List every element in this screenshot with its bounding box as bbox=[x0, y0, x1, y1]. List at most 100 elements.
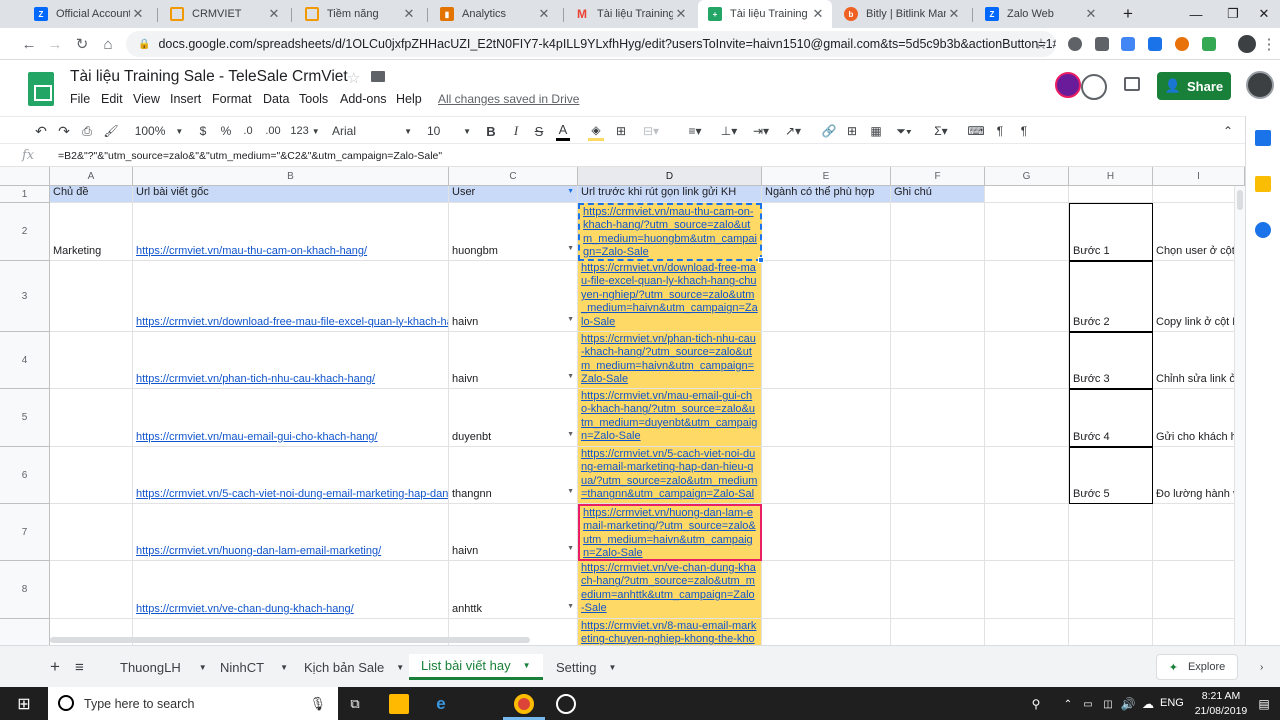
extension-icon[interactable] bbox=[1068, 37, 1082, 51]
close-tab-icon[interactable]: ✕ bbox=[401, 6, 417, 22]
scrollbar-thumb[interactable] bbox=[1237, 190, 1243, 210]
close-tab-icon[interactable]: ✕ bbox=[266, 6, 282, 22]
grid-cell[interactable] bbox=[891, 332, 985, 389]
cell-step[interactable]: Bước 2 bbox=[1069, 261, 1153, 332]
merge-cells-icon[interactable]: ⊟▾ bbox=[638, 121, 664, 141]
close-window-icon[interactable]: ✕ bbox=[1244, 0, 1280, 28]
browser-tab[interactable]: Z Zalo Web ✕ bbox=[975, 0, 1105, 28]
strikethrough-button[interactable]: S bbox=[532, 121, 546, 141]
functions-icon[interactable]: Σ▾ bbox=[928, 121, 954, 141]
menu-tools[interactable]: Tools bbox=[299, 92, 328, 106]
grid-cell[interactable] bbox=[762, 332, 891, 389]
people-icon[interactable]: ⚲ bbox=[1026, 694, 1046, 714]
rtl-icon[interactable]: ¶ bbox=[1016, 121, 1032, 141]
menu-data[interactable]: Data bbox=[263, 92, 289, 106]
keep-icon[interactable] bbox=[1255, 176, 1271, 192]
cell-step-desc[interactable] bbox=[1153, 561, 1245, 619]
home-icon[interactable]: ⌂ bbox=[97, 33, 119, 55]
menu-view[interactable]: View bbox=[133, 92, 160, 106]
italic-button[interactable]: I bbox=[509, 121, 523, 141]
doc-title[interactable]: Tài liệu Training Sale - TeleSale CrmVie… bbox=[70, 68, 348, 86]
sheets-logo-icon[interactable] bbox=[28, 72, 54, 106]
extension-icon[interactable] bbox=[1148, 37, 1162, 51]
cell-user[interactable]: duyenbt ▼ bbox=[449, 389, 578, 447]
header-cell-user[interactable]: User ▼ bbox=[449, 186, 578, 203]
cell-topic[interactable] bbox=[50, 504, 133, 561]
column-header-g[interactable]: G bbox=[985, 167, 1069, 186]
cell-utm-url[interactable]: https://crmviet.vn/phan-tich-nhu-cau-kha… bbox=[578, 332, 762, 389]
browser-tab[interactable]: MTài liệu Training Sa✕ bbox=[565, 0, 695, 28]
select-all-corner[interactable] bbox=[0, 167, 50, 186]
share-button[interactable]: 👤 Share bbox=[1157, 72, 1231, 100]
browser-tab[interactable]: bBitly | Bitlink Mana✕ bbox=[834, 0, 968, 28]
cell-url[interactable]: https://crmviet.vn/mau-email-gui-cho-kha… bbox=[133, 389, 449, 447]
row-header[interactable]: 8 bbox=[0, 561, 50, 619]
grid-cell[interactable] bbox=[985, 504, 1069, 561]
extension-icon[interactable] bbox=[1175, 37, 1189, 51]
cell-step[interactable]: Bước 3 bbox=[1069, 332, 1153, 389]
filter-dropdown-icon[interactable]: ▼ bbox=[567, 186, 574, 198]
chrome-icon[interactable] bbox=[514, 694, 534, 714]
cell-utm-url[interactable]: https://crmviet.vn/huong-dan-lam-email-m… bbox=[578, 504, 762, 561]
browser-tab[interactable]: Tiềm năng ✕ bbox=[295, 0, 423, 28]
collapse-menu-icon[interactable]: ⌃ bbox=[1220, 121, 1236, 141]
account-avatar[interactable] bbox=[1246, 71, 1274, 99]
extension-icon[interactable] bbox=[1121, 37, 1135, 51]
dropdown-icon[interactable]: ▼ bbox=[567, 313, 574, 326]
clock-date[interactable]: 21/08/2019 bbox=[1192, 705, 1250, 717]
cell-url[interactable]: https://crmviet.vn/huong-dan-lam-email-m… bbox=[133, 504, 449, 561]
url-field[interactable]: 🔒 docs.google.com/spreadsheets/d/1OLCu0jx… bbox=[126, 31, 1056, 57]
collaborator-avatar[interactable] bbox=[1081, 74, 1107, 100]
font-size-select[interactable]: 10 ▼ bbox=[427, 121, 471, 141]
comment-icon[interactable] bbox=[1124, 77, 1140, 91]
insert-chart-icon[interactable]: ▦ bbox=[868, 121, 884, 141]
microphone-icon[interactable]: 🎙 bbox=[309, 696, 326, 712]
browser-tab[interactable]: ▮ Analytics ✕ bbox=[430, 0, 558, 28]
close-tab-icon[interactable]: ✕ bbox=[810, 6, 826, 22]
grid-cell[interactable] bbox=[1069, 186, 1153, 203]
dropdown-icon[interactable]: ▼ bbox=[567, 370, 574, 383]
percent-button[interactable]: % bbox=[219, 121, 233, 141]
close-tab-icon[interactable]: ✕ bbox=[673, 6, 689, 22]
cell-url[interactable]: https://crmviet.vn/phan-tich-nhu-cau-kha… bbox=[133, 332, 449, 389]
row-header[interactable]: 2 bbox=[0, 203, 50, 261]
text-wrap-icon[interactable]: ⇥▾ bbox=[748, 121, 774, 141]
ltr-icon[interactable]: ¶ bbox=[992, 121, 1008, 141]
row-header[interactable]: 5 bbox=[0, 389, 50, 447]
column-header-f[interactable]: F bbox=[891, 167, 985, 186]
cell-utm-url[interactable]: https://crmviet.vn/ve-chan-dung-khach-ha… bbox=[578, 561, 762, 619]
cell-topic[interactable] bbox=[50, 332, 133, 389]
task-view-icon[interactable]: ⧉ bbox=[345, 694, 365, 714]
cell-utm-url[interactable]: https://crmviet.vn/mau-email-gui-cho-kha… bbox=[578, 389, 762, 447]
cell-step[interactable]: Bước 1 bbox=[1069, 203, 1153, 261]
grid-cell[interactable] bbox=[891, 261, 985, 332]
grid-cell[interactable] bbox=[891, 447, 985, 504]
grid-cell[interactable] bbox=[985, 261, 1069, 332]
volume-icon[interactable]: 🔊 bbox=[1118, 694, 1138, 714]
cell-utm-url[interactable]: https://crmviet.vn/mau-thu-cam-on-khach-… bbox=[578, 203, 762, 261]
cell-step-desc[interactable]: Chọn user ở cột bbox=[1153, 203, 1245, 261]
edge-icon[interactable]: e bbox=[431, 694, 451, 714]
windows-start-icon[interactable]: ⊞ bbox=[14, 694, 34, 714]
show-hidden-icons[interactable]: ⌃ bbox=[1058, 694, 1078, 714]
cell-topic[interactable] bbox=[50, 389, 133, 447]
cell-step[interactable] bbox=[1069, 504, 1153, 561]
close-tab-icon[interactable]: ✕ bbox=[1083, 6, 1099, 22]
browser-tab[interactable]: ZOfficial Account C✕ bbox=[24, 0, 152, 28]
grid-cell[interactable] bbox=[891, 504, 985, 561]
print-icon[interactable]: ⎙ bbox=[78, 121, 96, 141]
language-indicator[interactable]: ENG bbox=[1160, 697, 1184, 709]
dropdown-icon[interactable]: ▼ bbox=[567, 242, 574, 255]
column-header-c[interactable]: C bbox=[449, 167, 578, 186]
redo-icon[interactable]: ↷ bbox=[55, 121, 73, 141]
cell-topic[interactable]: Marketing bbox=[50, 203, 133, 261]
sheet-tab[interactable]: NinhCT ▼ bbox=[220, 654, 288, 680]
cell-utm-url[interactable]: https://crmviet.vn/5-cach-viet-noi-dung-… bbox=[578, 447, 762, 504]
row-header[interactable]: 3 bbox=[0, 261, 50, 332]
add-sheet-button[interactable]: + bbox=[50, 654, 60, 680]
row-header[interactable]: 7 bbox=[0, 504, 50, 561]
cell-user[interactable]: huongbm ▼ bbox=[449, 203, 578, 261]
grid-cell[interactable] bbox=[1153, 186, 1245, 203]
collaborator-avatar[interactable] bbox=[1055, 72, 1081, 98]
tasks-icon[interactable] bbox=[1255, 222, 1271, 238]
